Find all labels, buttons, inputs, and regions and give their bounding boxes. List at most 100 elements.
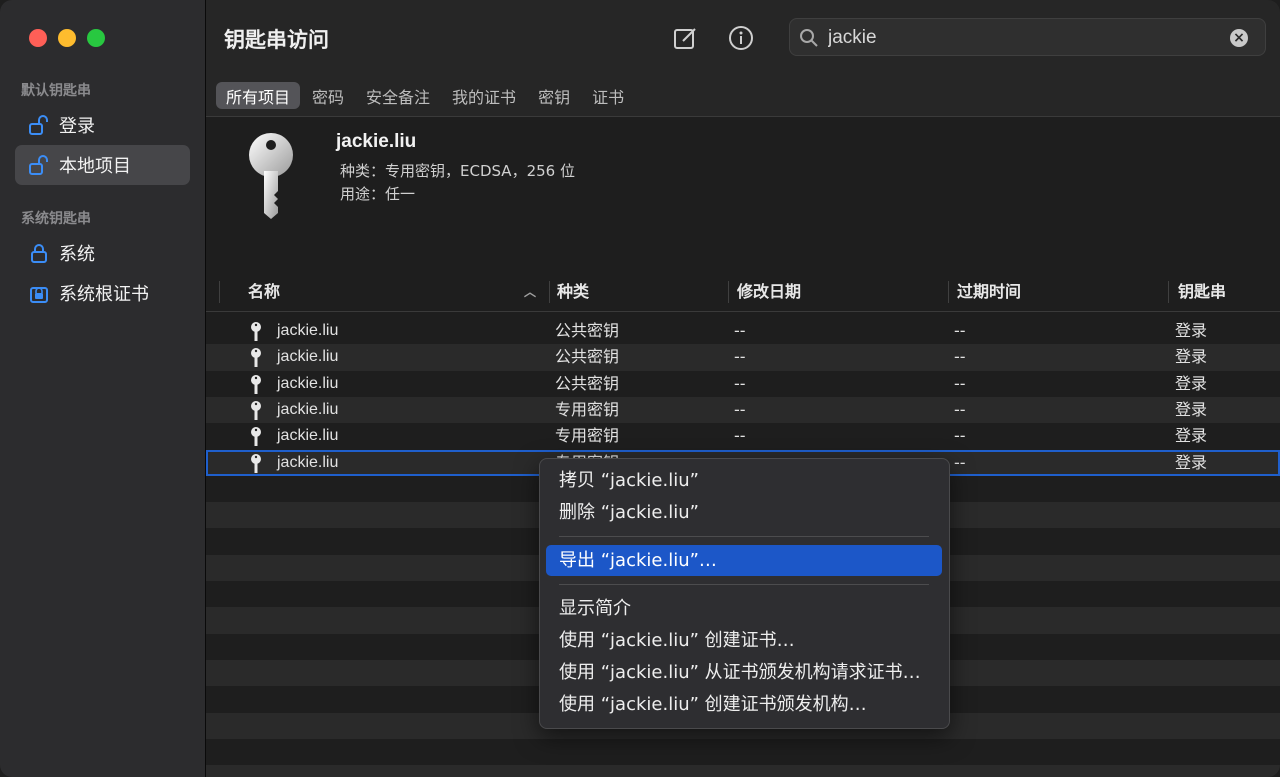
table-header: 名称 ︿ 种类 修改日期 过期时间 钥匙串 <box>206 277 1280 312</box>
table-row[interactable]: jackie.liu 专用密钥 -- -- 登录 <box>206 396 1280 424</box>
menu-item-request-certificate[interactable]: 使用 “jackie.liu” 从证书颁发机构请求证书… <box>546 657 942 688</box>
sidebar-item-label: 系统 <box>59 244 95 265</box>
table-row[interactable]: jackie.liu 公共密钥 -- -- 登录 <box>206 344 1280 371</box>
unlocked-padlock-icon <box>28 114 50 136</box>
column-divider[interactable] <box>549 281 550 303</box>
empty-row <box>206 738 1280 766</box>
column-header-name[interactable]: 名称 <box>248 277 280 311</box>
cell-name: jackie.liu <box>277 374 339 392</box>
tab-certificates[interactable]: 证书 <box>582 82 634 109</box>
cell-keychain: 登录 <box>1175 321 1208 340</box>
close-window-button[interactable] <box>29 29 47 47</box>
item-detail: jackie.liu 种类：专用密钥，ECDSA，256 位 用途：任一 <box>206 117 1280 277</box>
cell-name: jackie.liu <box>277 427 339 445</box>
context-menu: 拷贝 “jackie.liu” 删除 “jackie.liu” 导出 “jack… <box>539 458 950 729</box>
column-header-keychain[interactable]: 钥匙串 <box>1178 277 1226 311</box>
table-row[interactable]: jackie.liu 专用密钥 -- -- 登录 <box>206 423 1280 450</box>
key-icon <box>251 427 261 447</box>
menu-item-delete[interactable]: 删除 “jackie.liu” <box>546 497 942 528</box>
sidebar-section-default: 默认钥匙串 <box>21 83 91 99</box>
menu-item-create-certificate[interactable]: 使用 “jackie.liu” 创建证书… <box>546 625 942 656</box>
sidebar-item-system[interactable]: 系统 <box>15 233 190 273</box>
tab-keys[interactable]: 密钥 <box>528 82 580 109</box>
menu-separator <box>559 536 929 537</box>
key-icon <box>251 374 261 394</box>
tab-all-items[interactable]: 所有项目 <box>216 82 301 109</box>
tab-my-certificates[interactable]: 我的证书 <box>442 82 526 109</box>
sort-ascending-icon: ︿ <box>524 285 537 299</box>
cell-expires: -- <box>954 373 966 393</box>
sidebar-section-system: 系统钥匙串 <box>21 211 91 227</box>
sidebar-item-label: 系统根证书 <box>59 284 149 305</box>
search-input[interactable] <box>826 25 1230 51</box>
cell-keychain: 登录 <box>1175 373 1208 393</box>
table-row[interactable]: jackie.liu 公共密钥 -- -- 登录 <box>206 370 1280 397</box>
cell-modified: -- <box>734 321 746 340</box>
column-divider <box>219 281 220 303</box>
empty-row <box>206 765 1280 777</box>
sidebar-item-login[interactable]: 登录 <box>15 105 190 145</box>
search-icon <box>800 29 818 47</box>
window-title: 钥匙串访问 <box>224 28 329 52</box>
cell-expires: -- <box>954 426 966 446</box>
tab-passwords[interactable]: 密码 <box>302 82 354 109</box>
table-row[interactable]: jackie.liu 公共密钥 -- -- 登录 <box>206 318 1280 345</box>
cell-kind: 公共密钥 <box>555 321 620 340</box>
cell-modified: -- <box>734 373 746 393</box>
cell-expires: -- <box>954 321 966 340</box>
menu-item-copy[interactable]: 拷贝 “jackie.liu” <box>546 465 942 496</box>
cell-expires: -- <box>954 399 966 419</box>
cell-keychain: 登录 <box>1175 347 1208 367</box>
column-header-modified[interactable]: 修改日期 <box>737 277 801 311</box>
cell-name: jackie.liu <box>277 322 339 339</box>
toolbar: 钥匙串访问 × 所有项目 密码 安全备注 我的证书 密钥 证书 <box>206 0 1280 117</box>
cell-kind: 专用密钥 <box>555 426 620 446</box>
clear-search-icon[interactable]: × <box>1230 29 1248 47</box>
cell-name: jackie.liu <box>277 400 339 418</box>
cell-modified: -- <box>734 426 746 446</box>
tab-secure-notes[interactable]: 安全备注 <box>356 82 440 109</box>
cell-keychain: 登录 <box>1175 399 1208 419</box>
key-icon <box>249 133 293 219</box>
sidebar-item-label: 登录 <box>59 116 95 137</box>
cell-expires: -- <box>954 347 966 367</box>
menu-separator <box>559 584 929 585</box>
key-icon <box>251 348 261 368</box>
column-divider[interactable] <box>1168 281 1169 303</box>
zoom-window-button[interactable] <box>87 29 105 47</box>
locked-padlock-icon <box>28 242 50 264</box>
column-divider[interactable] <box>728 281 729 303</box>
cell-modified: -- <box>734 347 746 367</box>
cell-modified: -- <box>734 399 746 419</box>
column-header-expires[interactable]: 过期时间 <box>957 277 1021 311</box>
cell-kind: 专用密钥 <box>555 399 620 419</box>
sidebar-item-local[interactable]: 本地项目 <box>15 145 190 185</box>
cabinet-lock-icon <box>28 282 50 304</box>
minimize-window-button[interactable] <box>58 29 76 47</box>
cell-keychain: 登录 <box>1175 452 1208 472</box>
menu-item-create-ca[interactable]: 使用 “jackie.liu” 创建证书颁发机构… <box>546 689 942 720</box>
cell-expires: -- <box>954 452 966 472</box>
compose-icon <box>674 28 696 49</box>
detail-usage: 用途：任一 <box>340 185 416 203</box>
menu-item-export[interactable]: 导出 “jackie.liu”… <box>546 545 942 576</box>
cell-name: jackie.liu <box>277 453 339 471</box>
key-icon <box>251 400 261 420</box>
info-icon <box>729 26 753 50</box>
get-info-button[interactable] <box>727 24 755 52</box>
sidebar: 默认钥匙串 登录 本地项目 系统钥匙串 系统 系统根证书 <box>0 0 206 777</box>
cell-name: jackie.liu <box>277 348 339 366</box>
search-field[interactable]: × <box>789 18 1266 56</box>
keychain-window: 默认钥匙串 登录 本地项目 系统钥匙串 系统 系统根证书 钥匙串访问 jacki… <box>0 0 1280 777</box>
column-divider[interactable] <box>948 281 949 303</box>
new-item-button[interactable] <box>672 24 700 52</box>
cell-kind: 公共密钥 <box>555 347 620 367</box>
column-header-kind[interactable]: 种类 <box>557 277 589 311</box>
detail-name: jackie.liu <box>336 131 417 152</box>
cell-kind: 公共密钥 <box>555 373 620 393</box>
unlocked-padlock-icon <box>28 154 50 176</box>
key-icon <box>251 453 261 473</box>
menu-item-get-info[interactable]: 显示简介 <box>546 593 942 624</box>
sidebar-item-system-roots[interactable]: 系统根证书 <box>15 273 190 313</box>
sidebar-item-label: 本地项目 <box>59 156 131 177</box>
